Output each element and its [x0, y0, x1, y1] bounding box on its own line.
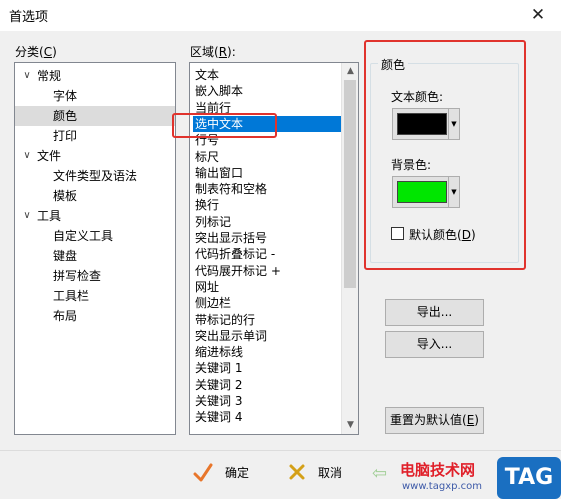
region-list-item[interactable]: 关键词 1 [193, 360, 341, 376]
tree-item-label: 常规 [37, 69, 62, 83]
tree-item[interactable]: ∨ 常规 [15, 66, 175, 86]
footer-separator [0, 450, 561, 451]
region-list-item[interactable]: 嵌入脚本 [193, 83, 341, 99]
tree-item-label: 颜色 [53, 109, 78, 123]
region-list-item[interactable]: 突出显示单词 [193, 328, 341, 344]
tree-item[interactable]: 布局 [15, 306, 175, 326]
region-list-item[interactable]: 关键词 3 [193, 393, 341, 409]
title-bar: 首选项 ✕ [0, 0, 561, 31]
tree-item-label: 模板 [53, 189, 78, 203]
region-list-item[interactable]: 缩进标线 [193, 344, 341, 360]
region-list-item[interactable]: 突出显示括号 [193, 230, 341, 246]
tree-item-label: 自定义工具 [53, 229, 114, 243]
region-list-item[interactable]: 带标记的行 [193, 312, 341, 328]
checkmark-icon [193, 463, 213, 482]
region-list-item[interactable]: 关键词 4 [193, 409, 341, 425]
region-list-item[interactable]: 制表符和空格 [193, 181, 341, 197]
category-label: 分类(C) [15, 45, 57, 59]
tree-item-label: 工具栏 [53, 289, 90, 303]
export-button[interactable]: 导出... [385, 299, 484, 326]
scroll-down-icon[interactable]: ▼ [342, 417, 358, 434]
region-list-item[interactable]: 列标记 [193, 214, 341, 230]
tree-item[interactable]: 自定义工具 [15, 226, 175, 246]
region-list-item[interactable]: 代码展开标记 + [193, 263, 341, 279]
reset-defaults-button[interactable]: 重置为默认值(E) [385, 407, 484, 434]
tree-item-label: 拼写检查 [53, 269, 102, 283]
region-list-item[interactable]: 文本 [193, 67, 341, 83]
tree-item[interactable]: ∨ 工具 [15, 206, 175, 226]
close-icon[interactable]: ✕ [525, 2, 551, 28]
expand-toggle-icon[interactable]: ∨ [21, 66, 33, 86]
tree-item[interactable]: ∨ 文件 [15, 146, 175, 166]
tree-item-label: 文件类型及语法 [53, 169, 138, 183]
cancel-x-icon [289, 464, 305, 480]
tree-item-label: 打印 [53, 129, 78, 143]
watermark-site-name: 电脑技术网 [400, 461, 476, 479]
window-title: 首选项 [9, 10, 49, 25]
region-list-item[interactable]: 输出窗口 [193, 165, 341, 181]
tree-item[interactable]: 打印 [15, 126, 175, 146]
region-scrollbar[interactable]: ▲ ▼ [341, 63, 358, 434]
tree-item-label: 字体 [53, 89, 78, 103]
tree-item[interactable]: 颜色 [15, 106, 175, 126]
category-tree[interactable]: ∨ 常规字体颜色打印 ∨ 文件文件类型及语法 模板 ∨ 工具自定义工具键盘拼写检查工具栏布局 [14, 62, 176, 435]
region-list-item[interactable]: 侧边栏 [193, 295, 341, 311]
expand-toggle-icon[interactable]: ∨ [21, 146, 33, 166]
watermark-tag-logo: TAG [497, 457, 561, 499]
tree-item[interactable]: 模板 [15, 186, 175, 206]
tree-item[interactable]: 工具栏 [15, 286, 175, 306]
import-button[interactable]: 导入... [385, 331, 484, 358]
tree-item-label: 工具 [37, 209, 62, 223]
scroll-up-icon[interactable]: ▲ [342, 63, 358, 80]
cancel-button[interactable]: 取消 [318, 459, 342, 487]
tree-item[interactable]: 拼写检查 [15, 266, 175, 286]
expand-toggle-icon[interactable]: ∨ [21, 206, 33, 226]
region-list-item[interactable]: 代码折叠标记 - [193, 246, 341, 262]
tree-item-label: 键盘 [53, 249, 78, 263]
tree-item-label: 布局 [53, 309, 78, 323]
tree-item[interactable]: 字体 [15, 86, 175, 106]
scroll-thumb[interactable] [344, 80, 356, 288]
watermark: 电脑技术网 www.tagxp.com TAG [396, 457, 561, 499]
tree-item[interactable]: 键盘 [15, 246, 175, 266]
region-list-item[interactable]: 换行 [193, 197, 341, 213]
region-list-item[interactable]: 标尺 [193, 149, 341, 165]
tree-item-label: 文件 [37, 149, 62, 163]
region-label: 区域(R): [190, 45, 236, 59]
region-list-item[interactable]: 网址 [193, 279, 341, 295]
region-list-item[interactable]: 关键词 2 [193, 377, 341, 393]
watermark-url: www.tagxp.com [402, 481, 482, 492]
back-arrow-icon[interactable]: ⇦ [372, 463, 387, 484]
highlight-box-colors [364, 40, 526, 270]
ok-button[interactable]: 确定 [225, 459, 249, 487]
highlight-box-selected-text [172, 113, 277, 138]
tree-item[interactable]: 文件类型及语法 [15, 166, 175, 186]
